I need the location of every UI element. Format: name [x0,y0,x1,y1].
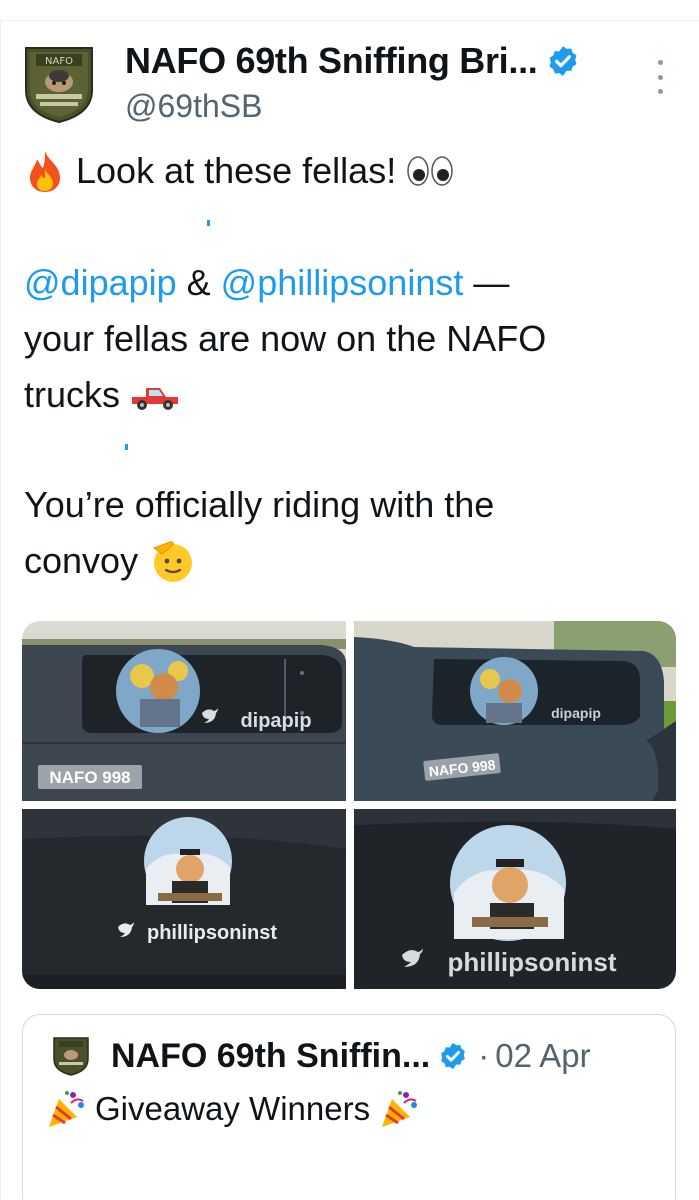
media-1-plate: NAFO 998 [49,768,130,787]
tweet-line-4: trucks [24,368,180,422]
quoted-tweet-card[interactable]: NAFO 69th Sniffin... · 02 Apr Giveaway W… [22,1014,676,1200]
top-divider [0,20,699,21]
saluting-face-emoji-icon [153,541,193,582]
media-3-handle-label: phillipsoninst [147,922,277,944]
mention-dipapip[interactable]: @dipapip [24,256,177,310]
more-options-icon[interactable] [650,60,670,94]
quoted-separator: · [478,1037,490,1074]
mention-phillipsoninst[interactable]: @phillipsoninst [221,256,464,310]
tweet-line-3: your fellas are now on the NAFO [24,318,547,359]
media-4-handle-label: phillipsoninst [448,947,617,977]
verified-badge-icon [549,46,576,76]
tweet-header: NAFO NAFO 69th Sniffing Bri... @69thSB [22,40,682,134]
tweet-line-6: convoy [24,534,196,588]
author-display-name[interactable]: NAFO 69th Sniffing Bri... [125,40,538,82]
quoted-tweet-text: Giveaway Winners [95,1090,371,1127]
quoted-author-name: NAFO 69th Sniffin... [111,1036,431,1075]
quoted-tweet-header: NAFO 69th Sniffin... · 02 Apr [51,1035,591,1077]
tweet-line-2: @dipapip & @phillipsoninst — [24,256,509,310]
media-photo-1[interactable]: dipapip NAFO 998 [22,621,346,801]
avatar-badge-text: NAFO [45,56,73,67]
eyes-emoji-icon [407,156,453,186]
tweet-text-headline: Look at these fellas! [76,150,397,191]
quoted-verified-badge-icon [441,1042,466,1070]
tweet-line-5: You’re officially riding with the [24,484,495,525]
link-artifact [125,444,128,450]
em-dash-text: — [473,262,510,303]
tweet-text-trucks: trucks [24,374,121,415]
media-2-handle-label: dipapip [551,705,601,721]
link-artifact [207,220,210,226]
media-photo-3[interactable]: phillipsoninst [22,809,346,989]
party-popper-emoji-icon [49,1091,84,1127]
media-grid: dipapip NAFO 998 dipapip NAFO 998 philli… [22,621,676,989]
left-divider [0,20,1,1200]
author-avatar[interactable]: NAFO [22,44,96,124]
media-photo-2[interactable]: dipapip NAFO 998 [354,621,676,801]
tweet-line-1: Look at these fellas! [24,144,454,198]
fire-emoji-icon [30,151,60,192]
quoted-author-avatar [53,1037,89,1076]
media-1-handle-label: dipapip [240,710,311,732]
party-popper-emoji-icon [382,1091,418,1127]
tweet-text-convoy: convoy [24,540,139,581]
media-photo-4[interactable]: phillipsoninst [354,809,676,989]
quoted-date: 02 Apr [495,1037,591,1074]
pickup-truck-emoji-icon [132,388,179,410]
author-name-row[interactable]: NAFO 69th Sniffing Bri... [125,40,580,82]
ampersand-text: & [186,262,211,303]
quoted-tweet-text-row: Giveaway Winners [47,1089,418,1129]
author-handle[interactable]: @69thSB [125,88,262,125]
